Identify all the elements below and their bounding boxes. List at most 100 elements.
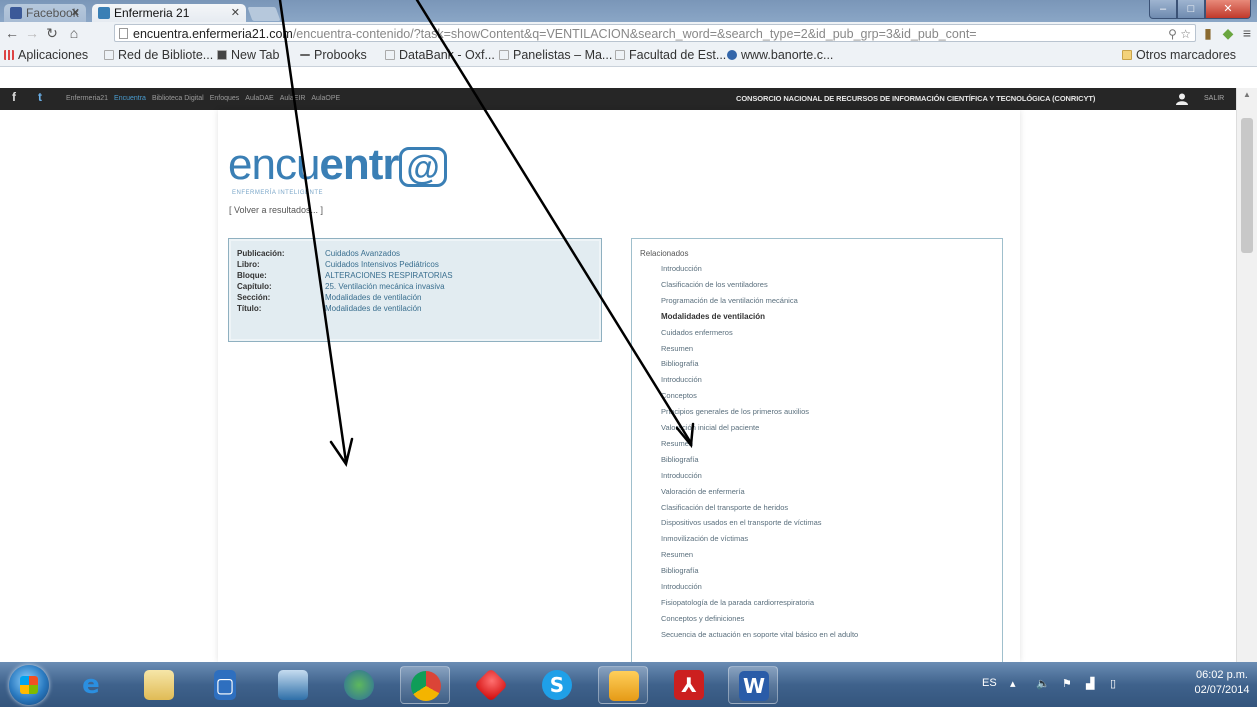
related-item[interactable]: Fisiopatología de la parada cardiorrespi… [661, 598, 814, 607]
related-item[interactable]: Inmovilización de víctimas [661, 534, 748, 543]
logout-link[interactable]: SALIR [1204, 88, 1224, 110]
info-value[interactable]: Cuidados Avanzados [325, 249, 400, 259]
info-label: Publicación: [237, 249, 285, 258]
related-item[interactable]: Valoración inicial del paciente [661, 423, 759, 432]
related-item[interactable]: Bibliografía [661, 455, 699, 464]
other-bookmarks[interactable]: Otros marcadores [1122, 44, 1236, 66]
related-item[interactable]: Resumen [661, 439, 693, 448]
related-item[interactable]: Introducción [661, 264, 702, 273]
security-icon[interactable] [466, 666, 516, 704]
menu-icon[interactable]: ≡ [1239, 25, 1255, 41]
related-item[interactable]: Introducción [661, 582, 702, 591]
bookmark-item[interactable]: www.banorte.c... [727, 44, 833, 66]
network-signal-icon[interactable]: ▟ [1086, 677, 1094, 690]
info-label: Bloque: [237, 271, 267, 280]
related-item[interactable]: Introducción [661, 375, 702, 384]
related-item[interactable]: Clasificación del transporte de heridos [661, 503, 788, 512]
related-item[interactable]: Bibliografía [661, 566, 699, 575]
url-path: /encuentra-contenido/?task=showContent&q… [292, 27, 977, 41]
scroll-thumb[interactable] [1241, 118, 1253, 253]
nav-link[interactable]: Enfermeria21 [66, 88, 108, 110]
bookmark-label: New Tab [231, 48, 280, 62]
bookmark-item[interactable]: DataBank - Oxf... [385, 44, 495, 66]
related-item[interactable]: Secuencia de actuación en soporte vital … [661, 630, 858, 639]
close-icon[interactable]: ✕ [71, 4, 80, 22]
internet-explorer-icon[interactable]: e [66, 666, 116, 704]
globe-icon [727, 50, 737, 60]
related-item[interactable]: Modalidades de ventilación [661, 312, 765, 321]
nav-link[interactable]: AulaOPE [311, 88, 340, 110]
bookmark-item[interactable]: New Tab [217, 44, 279, 66]
related-item[interactable]: Bibliografía [661, 359, 699, 368]
related-item[interactable]: Conceptos y definiciones [661, 614, 744, 623]
weather-icon[interactable] [268, 666, 318, 704]
battery-icon[interactable]: ▯ [1110, 677, 1116, 690]
outlook-icon[interactable]: ▢ [200, 666, 250, 704]
encuentra-logo[interactable]: encuentr @ [228, 140, 447, 190]
minimize-icon[interactable]: – [1149, 0, 1177, 19]
apps-icon [4, 50, 14, 60]
acrobat-icon[interactable]: ⅄ [664, 666, 714, 704]
show-hidden-icons-icon[interactable]: ▴ [1010, 677, 1016, 690]
info-value[interactable]: ALTERACIONES RESPIRATORIAS [325, 271, 453, 281]
related-item[interactable]: Clasificación de los ventiladores [661, 280, 768, 289]
home-icon[interactable]: ⌂ [66, 24, 82, 42]
nav-link[interactable]: AulaDAE [245, 88, 273, 110]
reload-icon[interactable]: ↻ [44, 24, 60, 42]
maximize-icon[interactable]: □ [1177, 0, 1205, 19]
search-icon[interactable]: ⚲ ☆ [1168, 25, 1191, 41]
twitter-icon[interactable]: t [38, 90, 42, 104]
related-item[interactable]: Programación de la ventilación mecánica [661, 296, 798, 305]
tab-facebook[interactable]: Facebook ✕ [4, 4, 86, 22]
bookmark-item[interactable]: Facultad de Est... [615, 44, 726, 66]
close-icon[interactable]: ✕ [231, 4, 240, 22]
related-box: Relacionados Introducción Clasificación d… [631, 238, 1003, 662]
forward-arrow-icon[interactable]: → [24, 24, 40, 42]
action-center-icon[interactable]: ⚑ [1062, 677, 1072, 690]
bookmark-item[interactable]: Panelistas – Ma... [499, 44, 612, 66]
related-item[interactable]: Cuidados enfermeros [661, 328, 733, 337]
back-arrow-icon[interactable]: ← [4, 24, 20, 42]
bookmark-apps[interactable]: Aplicaciones [4, 44, 88, 66]
related-item[interactable]: Introducción [661, 471, 702, 480]
tab-enfermeria21[interactable]: Enfermeria 21 ✕ [92, 4, 246, 22]
nav-link[interactable]: Biblioteca Digital [152, 88, 204, 110]
chrome-icon[interactable] [400, 666, 450, 704]
office-icon[interactable] [598, 666, 648, 704]
related-item[interactable]: Conceptos [661, 391, 697, 400]
related-item[interactable]: Principios generales de los primeros aux… [661, 407, 809, 416]
bookmark-item[interactable]: Probooks [300, 44, 367, 66]
info-value[interactable]: Cuidados Intensivos Pediátricos [325, 260, 439, 270]
info-value[interactable]: 25. Ventilación mecánica invasiva [325, 282, 445, 292]
facebook-icon[interactable]: f [12, 90, 16, 104]
user-icon[interactable] [1175, 92, 1189, 106]
info-value[interactable]: Modalidades de ventilación [325, 293, 422, 303]
speaker-icon[interactable]: 🔈 [1036, 677, 1050, 690]
language-indicator[interactable]: ES [982, 677, 997, 689]
file-explorer-icon[interactable] [134, 666, 184, 704]
new-tab-button[interactable] [247, 7, 281, 21]
word-icon[interactable]: W [728, 666, 778, 704]
folder-icon [1122, 50, 1132, 60]
start-button[interactable] [9, 665, 49, 705]
clock[interactable]: 06:02 p.m. 02/07/2014 [1192, 668, 1252, 698]
info-value[interactable]: Modalidades de ventilación [325, 304, 422, 314]
network-icon[interactable] [334, 666, 384, 704]
extension-icon[interactable]: ▮ [1200, 25, 1216, 41]
back-to-results-link[interactable]: [ Volver a resultados... ] [229, 205, 323, 215]
related-item[interactable]: Resumen [661, 344, 693, 353]
vertical-scrollbar[interactable]: ▲ ▼ [1236, 88, 1257, 684]
nav-link[interactable]: Enfoques [210, 88, 240, 110]
skype-icon[interactable]: S [532, 666, 582, 704]
address-bar[interactable]: encuentra.enfermeria21.com/encuentra-con… [114, 24, 1196, 42]
related-item[interactable]: Valoración de enfermería [661, 487, 745, 496]
window-controls: – □ ✕ [1149, 0, 1251, 19]
related-item[interactable]: Dispositivos usados en el transporte de … [661, 518, 822, 527]
extension-2-icon[interactable]: ◆ [1220, 25, 1236, 41]
window-close-icon[interactable]: ✕ [1205, 0, 1251, 19]
nav-link-current[interactable]: Encuentra [114, 88, 146, 110]
bookmark-item[interactable]: Red de Bibliote... [104, 44, 213, 66]
nav-link[interactable]: AulaEIR [280, 88, 306, 110]
related-item[interactable]: Resumen [661, 550, 693, 559]
scroll-up-icon[interactable]: ▲ [1237, 88, 1257, 102]
